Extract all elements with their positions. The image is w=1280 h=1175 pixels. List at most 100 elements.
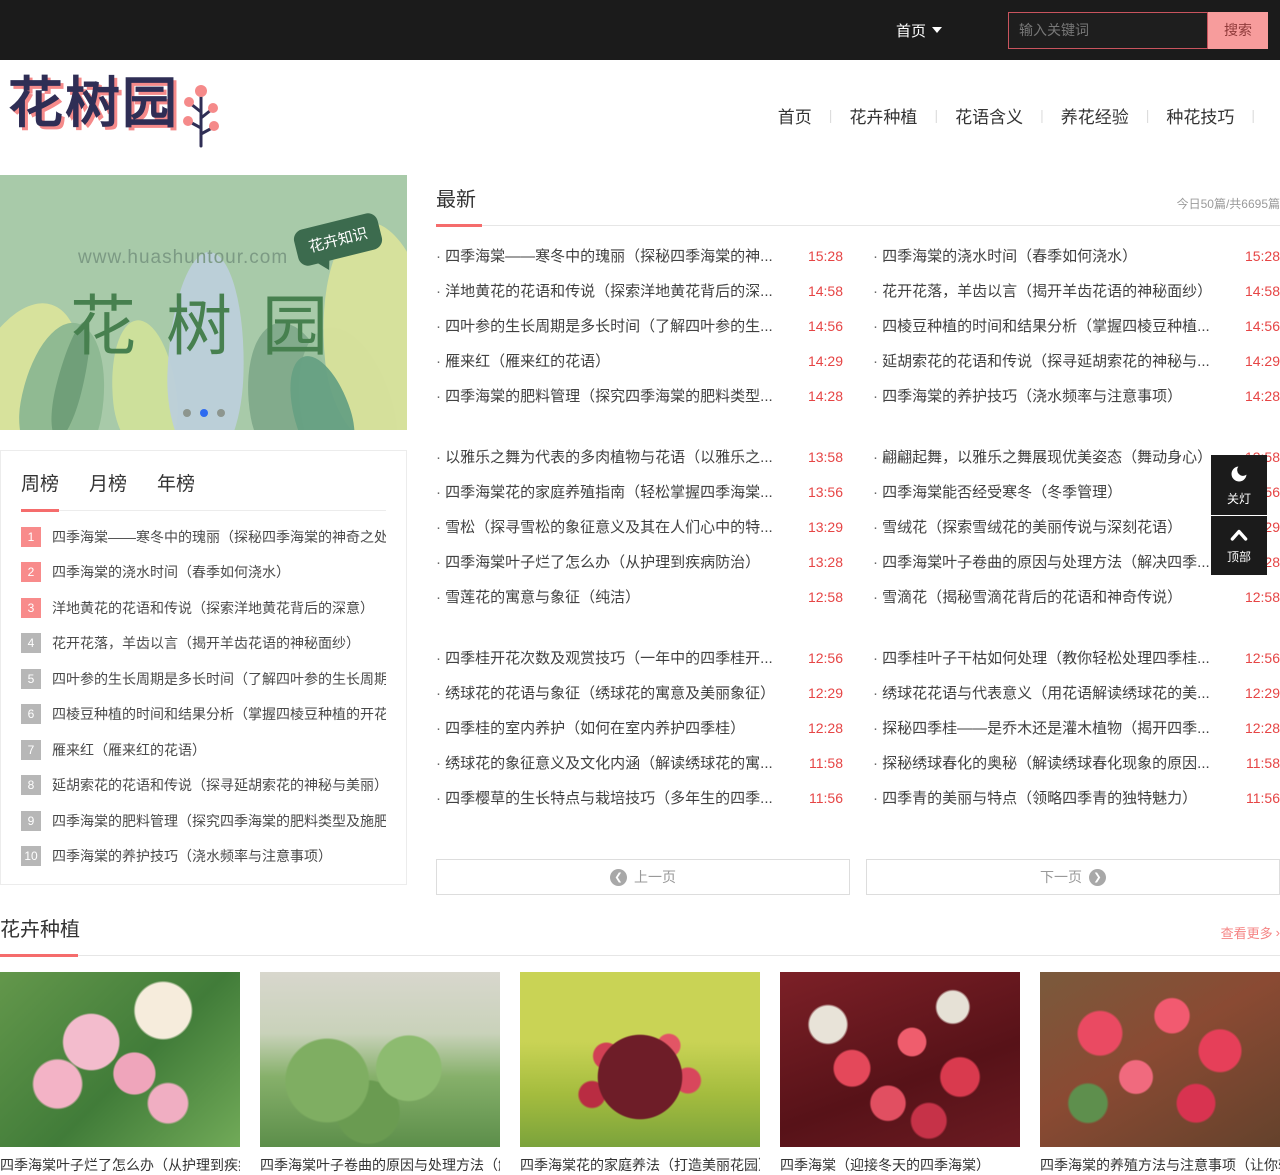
article-group: 四季桂开花次数及观赏技巧（一年中的四季桂开... 12:56 绣球花的花语与象征… — [436, 640, 1280, 815]
article-link[interactable]: 四季桂开花次数及观赏技巧（一年中的四季桂开... — [436, 647, 796, 668]
article-row: 四叶参的生长周期是多长时间（了解四叶参的生... 14:56 — [436, 308, 843, 343]
rank-tab[interactable]: 年榜 — [157, 469, 195, 510]
article-card[interactable]: 四季海棠（迎接冬天的四季海棠） — [780, 972, 1020, 1175]
article-row: 四棱豆种植的时间和结果分析（掌握四棱豆种植... 14:56 — [873, 308, 1280, 343]
article-row: 四季青的美丽与特点（领略四季青的独特魅力） 11:56 — [873, 780, 1280, 815]
carousel-dot[interactable] — [217, 409, 225, 417]
article-link[interactable]: 花开花落，羊齿以言（揭开羊齿花语的神秘面纱） — [873, 280, 1233, 301]
nav-item[interactable]: 种花技巧 — [1164, 99, 1236, 132]
rank-list-item[interactable]: 10 四季海棠的养护技巧（浇水频率与注意事项） — [21, 846, 386, 866]
article-row: 四季海棠——寒冬中的瑰丽（探秘四季海棠的神... 15:28 — [436, 238, 843, 273]
article-link[interactable]: 四季海棠的养护技巧（浇水频率与注意事项） — [873, 385, 1233, 406]
article-card[interactable]: 四季海棠的养殖方法与注意事项（让你轻松养好四季海棠） — [1040, 972, 1280, 1175]
rank-item-title: 四季海棠的肥料管理（探究四季海棠的肥料类型及施肥... — [52, 811, 386, 831]
article-time: 14:28 — [808, 388, 843, 404]
view-more-link[interactable]: 查看更多 › — [1221, 923, 1280, 955]
nav-item[interactable]: 花卉种植 — [847, 99, 919, 132]
main-wrap: www.huashuntour.com 花树园 花卉知识 周榜月榜年榜 1 四季… — [0, 175, 1280, 895]
rank-panel: 周榜月榜年榜 1 四季海棠——寒冬中的瑰丽（探秘四季海棠的神奇之处... 2 四… — [0, 450, 407, 885]
view-more-label: 查看更多 — [1221, 923, 1273, 942]
article-link[interactable]: 洋地黄花的花语和传说（探索洋地黄花背后的深... — [436, 280, 796, 301]
article-link[interactable]: 探秘绣球春化的奥秘（解读绣球春化现象的原因... — [873, 752, 1234, 773]
banner-carousel[interactable]: www.huashuntour.com 花树园 花卉知识 — [0, 175, 407, 430]
article-link[interactable]: 四季海棠的浇水时间（春季如何浇水） — [873, 245, 1233, 266]
article-time: 13:28 — [808, 554, 843, 570]
article-link[interactable]: 雪莲花的寓意与象征（纯洁） — [436, 586, 796, 607]
article-link[interactable]: 四季青的美丽与特点（领略四季青的独特魅力） — [873, 787, 1234, 808]
topbar-home-menu[interactable]: 首页 — [896, 20, 942, 41]
article-link[interactable]: 四季海棠叶子烂了怎么办（从护理到疾病防治） — [436, 551, 796, 572]
search-button[interactable]: 搜索 — [1208, 12, 1268, 49]
article-group: 以雅乐之舞为代表的多肉植物与花语（以雅乐之... 13:58 四季海棠花的家庭养… — [436, 439, 1280, 614]
article-link[interactable]: 四季海棠花的家庭养殖指南（轻松掌握四季海棠... — [436, 481, 796, 502]
article-row: 四季海棠的浇水时间（春季如何浇水） 15:28 — [873, 238, 1280, 273]
article-link[interactable]: 四季桂叶子干枯如何处理（教你轻松处理四季桂... — [873, 647, 1233, 668]
article-link[interactable]: 四棱豆种植的时间和结果分析（掌握四棱豆种植... — [873, 315, 1233, 336]
article-link[interactable]: 延胡索花的花语和传说（探寻延胡索花的神秘与... — [873, 350, 1233, 371]
rank-item-title: 四季海棠的浇水时间（春季如何浇水） — [52, 562, 290, 582]
article-link[interactable]: 绣球花花语与代表意义（用花语解读绣球花的美... — [873, 682, 1233, 703]
article-time: 12:29 — [1245, 685, 1280, 701]
article-link[interactable]: 雁来红（雁来红的花语） — [436, 350, 796, 371]
category-title: 花卉种植 — [0, 913, 80, 955]
nav-unit: 花卉种植 | — [847, 99, 953, 132]
rank-list-item[interactable]: 8 延胡索花的花语和传说（探寻延胡索花的神秘与美丽） — [21, 775, 386, 795]
rank-list-item[interactable]: 2 四季海棠的浇水时间（春季如何浇水） — [21, 562, 386, 582]
article-column-right: 四季桂叶子干枯如何处理（教你轻松处理四季桂... 12:56 绣球花花语与代表意… — [873, 640, 1280, 815]
rank-badge: 1 — [21, 527, 41, 547]
next-label: 下一页 — [1040, 867, 1082, 887]
article-link[interactable]: 雪松（探寻雪松的象征意义及其在人们心中的特... — [436, 516, 796, 537]
article-link[interactable]: 雪绒花（探索雪绒花的美丽传说与深刻花语） — [873, 516, 1233, 537]
article-link[interactable]: 探秘四季桂——是乔木还是灌木植物（揭开四季... — [873, 717, 1233, 738]
nav-item[interactable]: 花语含义 — [953, 99, 1025, 132]
lights-off-button[interactable]: 关灯 — [1211, 455, 1267, 515]
carousel-dot[interactable] — [200, 409, 208, 417]
rank-list-item[interactable]: 9 四季海棠的肥料管理（探究四季海棠的肥料类型及施肥... — [21, 811, 386, 831]
article-link[interactable]: 雪滴花（揭秘雪滴花背后的花语和神奇传说） — [873, 586, 1233, 607]
article-link[interactable]: 绣球花的象征意义及文化内涵（解读绣球花的寓... — [436, 752, 797, 773]
article-link[interactable]: 四季樱草的生长特点与栽培技巧（多年生的四季... — [436, 787, 797, 808]
latest-header: 最新 今日50篇/共6695篇 — [436, 175, 1280, 226]
article-time: 14:58 — [1245, 283, 1280, 299]
rank-badge: 2 — [21, 562, 41, 582]
chevron-right-icon: › — [1276, 925, 1280, 940]
article-link[interactable]: 四季海棠能否经受寒冬（冬季管理） — [873, 481, 1233, 502]
rank-list-item[interactable]: 3 洋地黄花的花语和传说（探索洋地黄花背后的深意） — [21, 598, 386, 618]
prev-icon: ❮ — [610, 869, 627, 886]
article-column-right: 四季海棠的浇水时间（春季如何浇水） 15:28 花开花落，羊齿以言（揭开羊齿花语… — [873, 238, 1280, 413]
rank-tab[interactable]: 周榜 — [21, 469, 59, 512]
search-input[interactable] — [1008, 12, 1208, 49]
rank-list-item[interactable]: 4 花开花落，羊齿以言（揭开羊齿花语的神秘面纱） — [21, 633, 386, 653]
article-link[interactable]: 四季桂的室内养护（如何在室内养护四季桂） — [436, 717, 796, 738]
nav-separator: | — [934, 107, 938, 123]
article-card[interactable]: 四季海棠叶子烂了怎么办（从护理到疾病防治） — [0, 972, 240, 1175]
rank-tab[interactable]: 月榜 — [89, 469, 127, 510]
article-link[interactable]: 四叶参的生长周期是多长时间（了解四叶参的生... — [436, 315, 796, 336]
nav-item[interactable]: 首页 — [776, 99, 814, 132]
article-row: 四季海棠的肥料管理（探究四季海棠的肥料类型... 14:28 — [436, 378, 843, 413]
article-time: 12:28 — [808, 720, 843, 736]
article-card[interactable]: 四季海棠花的家庭养法（打造美丽花园） — [520, 972, 760, 1175]
next-page-button[interactable]: 下一页 ❯ — [866, 859, 1280, 895]
back-to-top-button[interactable]: 顶部 — [1211, 515, 1267, 575]
article-link[interactable]: 绣球花的花语与象征（绣球花的寓意及美丽象征） — [436, 682, 796, 703]
article-link[interactable]: 四季海棠叶子卷曲的原因与处理方法（解决四季... — [873, 551, 1233, 572]
rank-list-item[interactable]: 1 四季海棠——寒冬中的瑰丽（探秘四季海棠的神奇之处... — [21, 527, 386, 547]
article-link[interactable]: 四季海棠的肥料管理（探究四季海棠的肥料类型... — [436, 385, 796, 406]
rank-item-title: 四棱豆种植的时间和结果分析（掌握四棱豆种植的开花... — [52, 704, 386, 724]
rank-list-item[interactable]: 7 雁来红（雁来红的花语） — [21, 740, 386, 760]
article-card[interactable]: 四季海棠叶子卷曲的原因与处理方法（解决四季海棠叶子卷曲） — [260, 972, 500, 1175]
carousel-dot[interactable] — [183, 409, 191, 417]
site-logo[interactable]: 花树园 — [8, 76, 219, 155]
prev-page-button[interactable]: ❮ 上一页 — [436, 859, 850, 895]
article-link[interactable]: 翩翩起舞，以雅乐之舞展现优美姿态（舞动身心） — [873, 446, 1233, 467]
nav-separator: | — [1040, 107, 1044, 123]
article-time: 12:29 — [808, 685, 843, 701]
nav-item[interactable]: 养花经验 — [1059, 99, 1131, 132]
rank-list-item[interactable]: 6 四棱豆种植的时间和结果分析（掌握四棱豆种植的开花... — [21, 704, 386, 724]
rank-list-item[interactable]: 5 四叶参的生长周期是多长时间（了解四叶参的生长周期） — [21, 669, 386, 689]
article-link[interactable]: 四季海棠——寒冬中的瑰丽（探秘四季海棠的神... — [436, 245, 796, 266]
article-link[interactable]: 以雅乐之舞为代表的多肉植物与花语（以雅乐之... — [436, 446, 796, 467]
article-row: 雪松（探寻雪松的象征意义及其在人们心中的特... 13:29 — [436, 509, 843, 544]
article-time: 14:29 — [1245, 353, 1280, 369]
